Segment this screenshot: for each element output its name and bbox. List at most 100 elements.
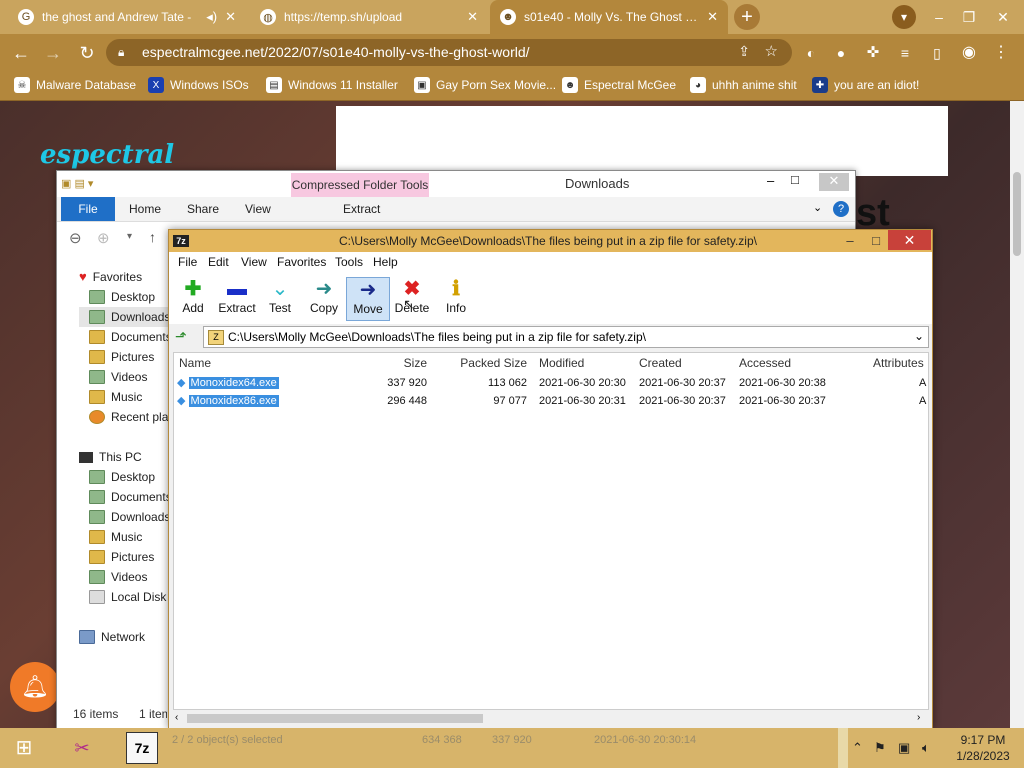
column-header-name[interactable]: Name [179, 354, 211, 372]
7zip-taskbar-icon[interactable]: 7z [126, 732, 158, 764]
reload-icon[interactable]: ↻ [74, 40, 100, 66]
close-icon[interactable]: ✕ [467, 9, 478, 25]
bookmark-star-icon[interactable]: ☆ [765, 42, 778, 60]
back-arrow-icon[interactable]: ← [8, 40, 34, 66]
compressed-folder-tools-tab[interactable]: Compressed Folder Tools [291, 173, 429, 197]
tab-extract[interactable]: Extract [337, 197, 386, 221]
nav-network[interactable]: Network [79, 627, 169, 647]
menu-help[interactable]: Help [373, 255, 398, 269]
maximize-icon[interactable]: □ [791, 172, 799, 187]
bookmark-espectral-mcgee[interactable]: ☻ Espectral McGee [562, 70, 676, 100]
extract-button[interactable]: ▬ Extract [215, 277, 259, 321]
start-windows-icon[interactable]: ⊞ [8, 732, 40, 764]
nav-fav-music[interactable]: Music [79, 387, 169, 407]
nav-pc-music[interactable]: Music [79, 527, 169, 547]
close-icon[interactable]: ✕ [707, 9, 718, 25]
column-header-created[interactable]: Created [639, 354, 682, 372]
scroll-left-icon[interactable]: ‹ [175, 712, 178, 723]
nav-fav-documents[interactable]: Documents [79, 327, 172, 347]
site-logo[interactable]: espectral [40, 140, 174, 170]
tab-1[interactable]: G the ghost and Andrew Tate - ◂) ✕ [8, 0, 246, 34]
nav-this-pc[interactable]: This PC [79, 447, 169, 467]
menu-file[interactable]: File [178, 255, 197, 269]
nav-fav-pictures[interactable]: Pictures [79, 347, 169, 367]
close-icon[interactable]: ✕ [988, 0, 1018, 34]
test-button[interactable]: ⌄ Test [258, 277, 302, 321]
new-tab-button[interactable]: + [734, 4, 760, 30]
extension-flag-icon[interactable]: ◐ [798, 40, 824, 66]
menu-kebab-icon[interactable]: ⋮ [988, 40, 1014, 66]
nav-fav-downloads[interactable]: Downloads [79, 307, 170, 327]
nav-fav-desktop[interactable]: Desktop [79, 287, 169, 307]
tab-share[interactable]: Share [181, 197, 225, 221]
snipping-tool-icon[interactable]: ✂ [66, 732, 98, 764]
column-header-size[interactable]: Size [335, 354, 427, 372]
info-button[interactable]: ℹ Info [434, 277, 478, 321]
tab-search-chevron-icon[interactable]: ▾ [892, 5, 916, 29]
share-icon[interactable]: ⇪ [738, 43, 750, 60]
tab-3-active[interactable]: ☻ s01e40 - Molly Vs. The Ghost Wo ✕ [490, 0, 728, 34]
copy-button[interactable]: ➜ Copy [302, 277, 346, 321]
tab-file[interactable]: File [61, 197, 115, 221]
restore-icon[interactable]: ❐ [954, 0, 984, 34]
bookmark-windows-isos[interactable]: X Windows ISOs [148, 70, 249, 100]
close-icon[interactable]: ✕ [888, 230, 931, 250]
menu-favorites[interactable]: Favorites [277, 255, 326, 269]
volume-icon[interactable]: 🔈︎ [922, 740, 930, 756]
forward-arrow-icon[interactable]: → [40, 40, 66, 66]
menu-tools[interactable]: Tools [335, 255, 363, 269]
notification-bell-icon[interactable]: 🔔︎ [10, 662, 60, 712]
extensions-puzzle-icon[interactable]: ✜ [860, 40, 886, 66]
bookmark-anime[interactable]: ◕ uhhh anime shit [690, 70, 797, 100]
account-avatar-icon[interactable]: ◉ [956, 40, 982, 66]
nav-pc-pictures[interactable]: Pictures [79, 547, 169, 567]
nav-favorites[interactable]: ♥ Favorites [79, 267, 169, 287]
minimize-icon[interactable]: – [924, 0, 954, 34]
nav-pc-desktop[interactable]: Desktop [79, 467, 169, 487]
ribbon-expand-chevron-icon[interactable]: ⌄ [813, 201, 822, 214]
dropdown-chevron-icon[interactable]: ⌄ [914, 329, 924, 343]
column-header-packed-size[interactable]: Packed Size [431, 354, 527, 372]
column-header-modified[interactable]: Modified [539, 354, 584, 372]
action-center-flag-icon[interactable]: ⚑ [874, 740, 886, 756]
help-icon[interactable]: ? [833, 201, 849, 217]
tab-view[interactable]: View [239, 197, 277, 221]
network-icon[interactable]: ▣ [898, 740, 910, 756]
nav-pc-local-disk[interactable]: Local Disk [79, 587, 169, 607]
column-header-accessed[interactable]: Accessed [739, 354, 791, 372]
sidepanel-icon[interactable]: ▯ [924, 40, 950, 66]
minimize-icon[interactable]: – [767, 173, 774, 188]
nav-fav-videos[interactable]: Videos [79, 367, 169, 387]
recent-chevron-icon[interactable]: ▾ [127, 231, 132, 242]
path-combobox[interactable]: Z C:\Users\Molly McGee\Downloads\The fil… [203, 326, 929, 348]
back-arrow-icon[interactable]: ⊖ [69, 229, 82, 247]
nav-pc-downloads[interactable]: Downloads [79, 507, 170, 527]
close-icon[interactable]: ✕ [819, 173, 849, 191]
media-queue-icon[interactable]: ≡ [892, 40, 918, 66]
nav-fav-recent[interactable]: Recent places [79, 407, 187, 427]
tab-home[interactable]: Home [123, 197, 167, 221]
taskbar-scroll[interactable] [838, 728, 848, 768]
horizontal-scrollbar-thumb[interactable] [187, 714, 483, 723]
close-icon[interactable]: ✕ [225, 9, 236, 25]
tray-chevron-icon[interactable]: ⌃ [852, 740, 863, 756]
menu-view[interactable]: View [241, 255, 267, 269]
nav-pc-documents[interactable]: Documents [79, 487, 172, 507]
clock[interactable]: 9:17 PM 1/28/2023 [948, 732, 1018, 764]
menu-edit[interactable]: Edit [208, 255, 229, 269]
up-arrow-icon[interactable]: ↑ [149, 229, 156, 245]
quick-access-icons[interactable]: ▣ ▤ ▾ [61, 177, 93, 190]
maximize-icon[interactable]: □ [861, 230, 891, 252]
bookmark-idiot[interactable]: ✚ you are an idiot! [812, 70, 919, 100]
audio-icon[interactable]: ◂) [206, 9, 217, 25]
move-button[interactable]: ➜ Move [346, 277, 390, 321]
nav-pc-videos[interactable]: Videos [79, 567, 169, 587]
forward-arrow-icon[interactable]: ⊕ [97, 229, 110, 247]
page-scrollbar-thumb[interactable] [1013, 172, 1021, 256]
scroll-right-icon[interactable]: › [917, 712, 920, 723]
tab-2[interactable]: ◍ https://temp.sh/upload ✕ [250, 0, 488, 34]
bookmark-malware-database[interactable]: ☠ Malware Database [14, 70, 136, 100]
address-bar[interactable]: 🔒︎ espectralmcgee.net/2022/07/s01e40-mol… [106, 39, 792, 66]
bookmark-movie[interactable]: ▣ Gay Porn Sex Movie... [414, 70, 556, 100]
profile-extension-icon[interactable]: ● [828, 40, 854, 66]
